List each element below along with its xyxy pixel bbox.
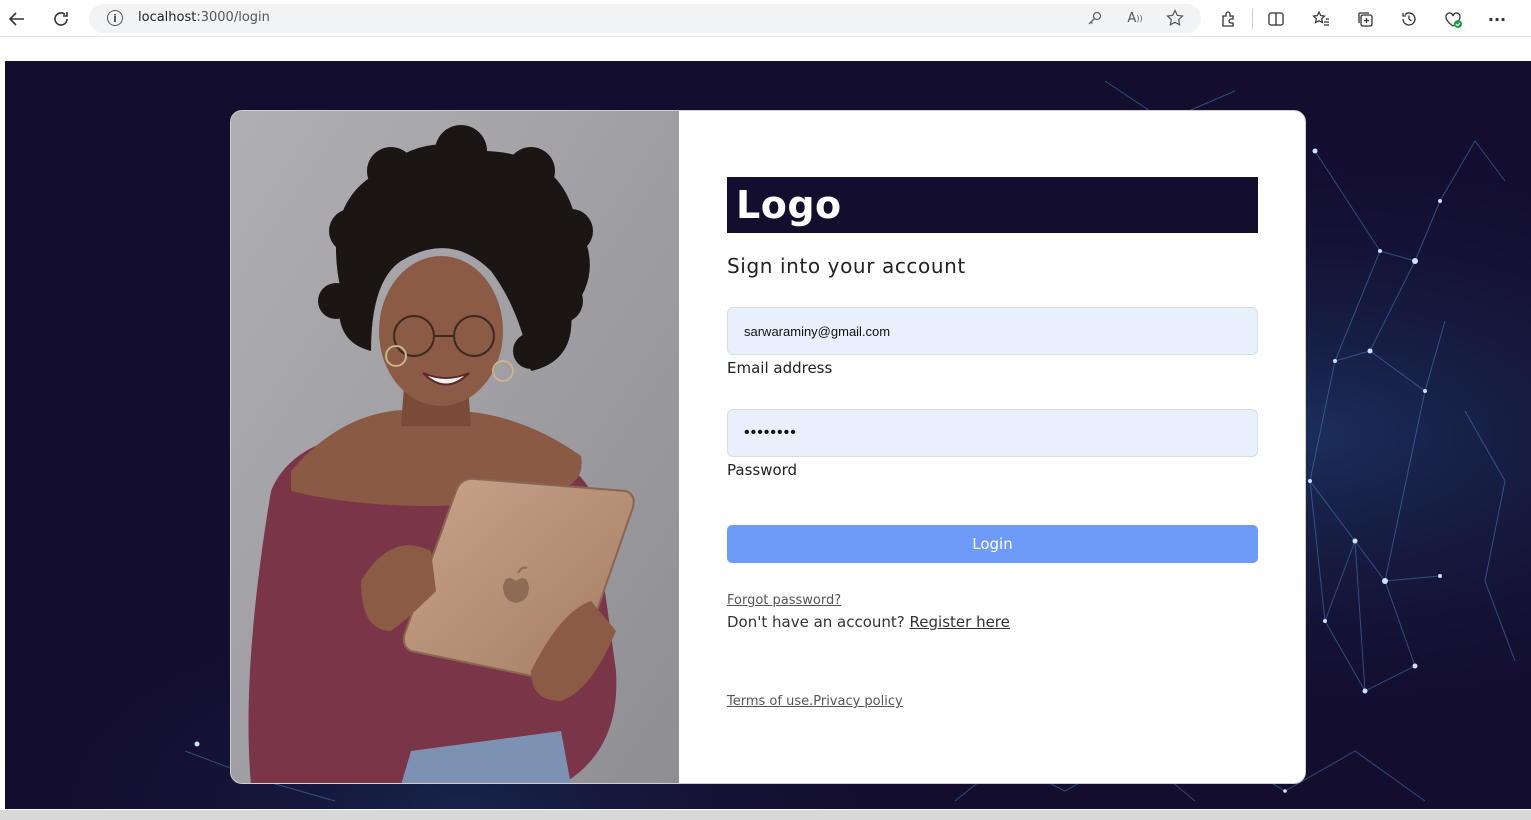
login-page: Logo Sign into your account sarwaraminy@… xyxy=(5,61,1531,809)
register-link[interactable]: Register here xyxy=(910,613,1010,631)
logo: Logo xyxy=(727,177,1258,233)
split-screen-icon[interactable] xyxy=(1265,8,1287,30)
form-subtitle: Sign into your account xyxy=(727,254,966,278)
hero-photo xyxy=(231,111,679,783)
browser-toolbar: i localhost:3000/login A)) ··· xyxy=(0,0,1531,37)
login-card: Logo Sign into your account sarwaraminy@… xyxy=(230,110,1306,784)
password-label: Password xyxy=(727,461,798,479)
email-field[interactable]: sarwaraminy@gmail.com xyxy=(727,307,1258,355)
password-field-group: •••••••• Password xyxy=(727,409,1258,479)
email-field-group: sarwaraminy@gmail.com Email address xyxy=(727,307,1258,377)
login-button[interactable]: Login xyxy=(727,525,1258,563)
toolbar-divider xyxy=(1252,9,1253,29)
extensions-icon[interactable] xyxy=(1217,8,1239,30)
terms-of-use-link[interactable]: Terms of use. xyxy=(727,694,813,709)
register-prompt: Don't have an account? Register here xyxy=(727,613,1258,631)
woman-with-tablet-illustration xyxy=(231,111,679,783)
logo-text: Logo xyxy=(736,183,842,227)
address-url: localhost:3000/login xyxy=(138,10,270,25)
email-label: Email address xyxy=(727,359,833,377)
privacy-policy-link[interactable]: Privacy policy xyxy=(813,694,902,709)
browser-essentials-icon[interactable] xyxy=(1442,8,1464,30)
no-account-text: Don't have an account? xyxy=(727,613,910,631)
legal-links: Terms of use.Privacy policy xyxy=(727,694,1258,709)
window-bottom-edge xyxy=(0,810,1531,820)
more-menu-icon[interactable]: ··· xyxy=(1486,8,1508,30)
forgot-password-link[interactable]: Forgot password? xyxy=(727,593,841,608)
favorite-star-icon[interactable] xyxy=(1165,8,1185,28)
back-icon[interactable] xyxy=(4,6,30,32)
key-icon[interactable] xyxy=(1085,8,1105,28)
collections-icon[interactable] xyxy=(1354,8,1376,30)
history-icon[interactable] xyxy=(1398,8,1420,30)
password-field[interactable]: •••••••• xyxy=(727,409,1258,457)
favorites-icon[interactable] xyxy=(1310,8,1332,30)
site-info-icon[interactable]: i xyxy=(107,10,123,26)
login-form: Logo Sign into your account sarwaraminy@… xyxy=(727,177,1258,709)
address-bar[interactable]: i localhost:3000/login A)) xyxy=(89,4,1201,33)
refresh-icon[interactable] xyxy=(48,6,74,32)
read-aloud-icon[interactable]: A)) xyxy=(1125,8,1145,28)
